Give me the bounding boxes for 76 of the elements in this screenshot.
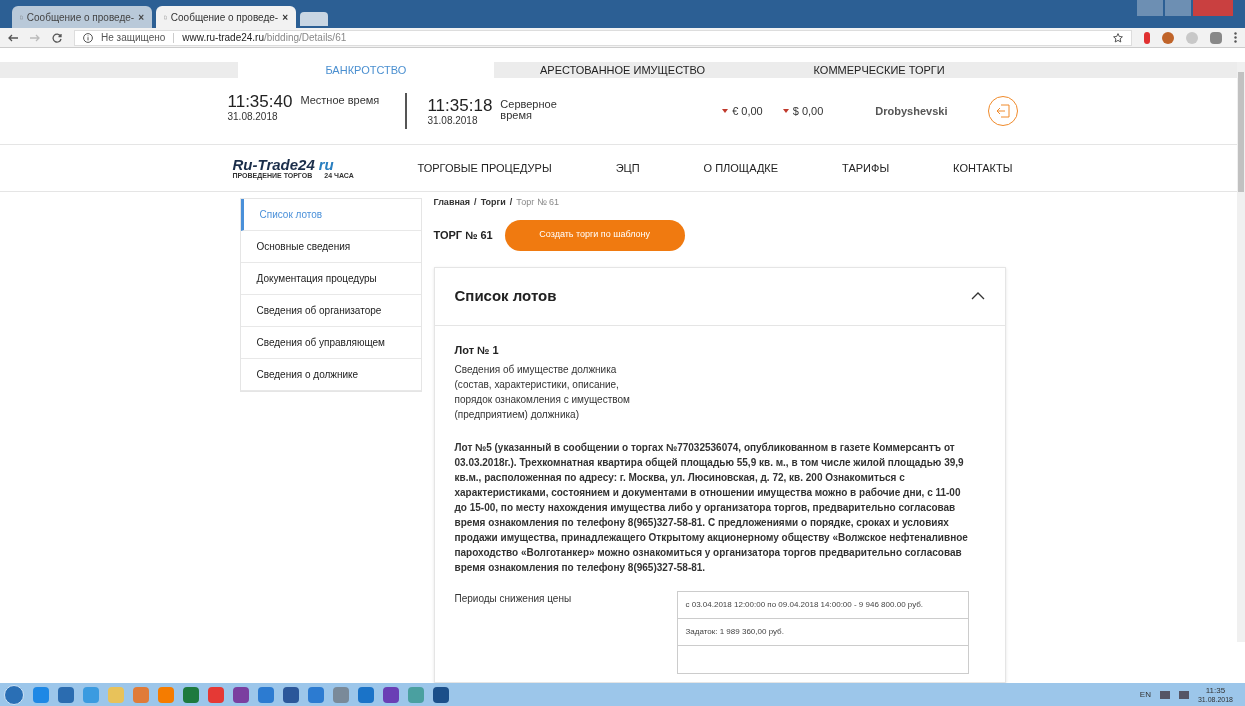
panel-title: Список лотов: [454, 285, 557, 306]
browser-tab[interactable]: Сообщение о проведе- ×: [12, 6, 152, 28]
taskbar-app-icon[interactable]: [333, 686, 349, 703]
tab-title: Сообщение о проведе-: [170, 10, 279, 25]
taskbar-app-icon[interactable]: [358, 686, 374, 703]
nav-link[interactable]: ТАРИФЫ: [842, 159, 890, 177]
menu-icon[interactable]: [1234, 32, 1237, 43]
taskbar-app-icon[interactable]: [33, 686, 49, 703]
breadcrumb-separator: /: [509, 196, 513, 209]
sidebar-item[interactable]: Сведения об управляющем: [240, 327, 421, 359]
taskbar-time[interactable]: 11:35: [1205, 685, 1226, 695]
taskbar-app-icon[interactable]: [183, 686, 199, 703]
balance-label: $ 0,00: [792, 103, 824, 119]
sidebar-item[interactable]: Документация процедуры: [240, 263, 421, 295]
address-field[interactable]: Не защищено www.ru-trade24.ru/bidding/Details/61: [74, 29, 1132, 46]
back-icon[interactable]: [8, 33, 18, 42]
panel-header[interactable]: Список лотов: [434, 267, 1005, 326]
category-tab[interactable]: КОММЕРЧЕСКИЕ ТОРГИ: [750, 62, 1008, 79]
taskbar-app-icon[interactable]: [308, 686, 324, 703]
dropdown-caret-icon[interactable]: [722, 109, 729, 113]
start-button[interactable]: [4, 684, 24, 705]
extension-icon[interactable]: [1144, 31, 1150, 44]
clock-time: 11:35:40: [227, 93, 293, 111]
user-name[interactable]: Drobyshevski: [875, 102, 948, 120]
logout-icon: [995, 104, 1010, 118]
extension-icon[interactable]: [1162, 31, 1174, 44]
taskbar-app-icon[interactable]: [283, 686, 299, 703]
extension-icon[interactable]: [1210, 31, 1222, 44]
taskbar-app-icon[interactable]: [208, 686, 224, 703]
clock-date: 31.08.2018: [427, 114, 479, 126]
dropdown-caret-icon[interactable]: [782, 109, 789, 113]
category-tab[interactable]: АРЕСТОВАННОЕ ИМУЩЕСТВО: [494, 62, 751, 79]
url-text: www.ru-trade24.ru/bidding/Details/61: [182, 31, 347, 45]
tab-close[interactable]: ×: [282, 9, 288, 25]
nav-link[interactable]: ЭЦП: [615, 159, 640, 177]
sidebar-item[interactable]: Список лотов: [240, 199, 421, 231]
browser-tab[interactable]: Сообщение о проведе- ×: [156, 6, 296, 28]
scrollbar-thumb[interactable]: [1238, 72, 1244, 192]
breadcrumb-link[interactable]: Торги: [480, 196, 506, 210]
period-cell: Задаток: 1 989 360,00 руб.: [677, 619, 968, 646]
clock-time: 11:35:18: [427, 96, 493, 115]
taskbar-app-icon[interactable]: [233, 686, 249, 703]
nav-link[interactable]: КОНТАКТЫ: [953, 159, 1013, 177]
breadcrumb-link[interactable]: Главная: [433, 196, 471, 210]
forward-icon[interactable]: [30, 33, 40, 42]
property-label: Сведения об имуществе должника (состав, характеристики, описание, порядок ознакомления с имуществом (предприятием) должника): [454, 363, 631, 422]
info-icon[interactable]: [83, 32, 93, 43]
sidebar-item[interactable]: Сведения о должнике: [240, 359, 421, 391]
security-label: Не защищено: [101, 31, 166, 45]
property-description: Лот №5 (указанный в сообщении о торгах №77032536074, опубликованном в газете Коммерсантъ от 03.03.2018г.). Трехкомнатная квартира общей площадью 55,9 кв. м., в том числе жилой площадью 39,9 кв.м., расположенная по адресу: г. Москва, ул. Люсиновская, д. 72, кв. 200 Ознакомиться с характеристиками, состоянием и документами в отношении имущества можно в рабочие дни, с 11-00 до 15-00, по месту нахождения имущества либо у организатора торгов, предварительно согласовав время ознакомления по телефону 8(965)327-58-81. С предложениями о порядке, сроках и условиях продажи имущества, принадлежащего Открытому акционерному обществу «Волжское нефтеналивное пароходство «Волготанкер» можно ознакомиться у организатора торгов предварительно согласовав время ознакомления по телефону 8(965)327-58-81.: [454, 441, 969, 575]
bookmark-star-icon[interactable]: [1113, 32, 1123, 43]
periods-label: Периоды снижения цены: [454, 592, 573, 606]
tab-title: Сообщение о проведе-: [26, 10, 135, 25]
balance-label: € 0,00: [732, 103, 763, 119]
sidebar-item[interactable]: Сведения об организаторе: [240, 295, 421, 327]
clock-label: Серверное время: [500, 96, 558, 121]
tray-icon[interactable]: [1159, 690, 1170, 699]
reload-icon[interactable]: [52, 32, 62, 43]
taskbar-app-icon[interactable]: [383, 686, 399, 703]
language-indicator[interactable]: EN: [1139, 688, 1151, 701]
clock-label: Местное время: [300, 93, 381, 106]
taskbar-app-icon[interactable]: [258, 686, 274, 703]
tab-close[interactable]: ×: [138, 9, 144, 25]
breadcrumb-separator: /: [474, 196, 477, 209]
clock-date: 31.08.2018: [227, 111, 279, 122]
tray-icon[interactable]: [1178, 690, 1189, 699]
taskbar-app-icon[interactable]: [58, 686, 74, 703]
period-cell: с 03.04.2018 12:00:00 по 09.04.2018 14:00:00 - 9 946 800.00 руб.: [677, 592, 968, 619]
taskbar-app-icon[interactable]: [433, 686, 449, 703]
nav-link[interactable]: О ПЛОЩАДКЕ: [703, 159, 779, 177]
nav-link[interactable]: ТОРГОВЫЕ ПРОЦЕДУРЫ: [417, 159, 552, 177]
page-title: ТОРГ № 61: [433, 227, 493, 243]
chevron-up-icon[interactable]: [970, 292, 985, 300]
sidebar-item[interactable]: Основные сведения: [240, 231, 421, 263]
lot-title: Лот № 1: [454, 342, 500, 358]
category-tab[interactable]: БАНКРОТСТВО: [237, 62, 495, 79]
